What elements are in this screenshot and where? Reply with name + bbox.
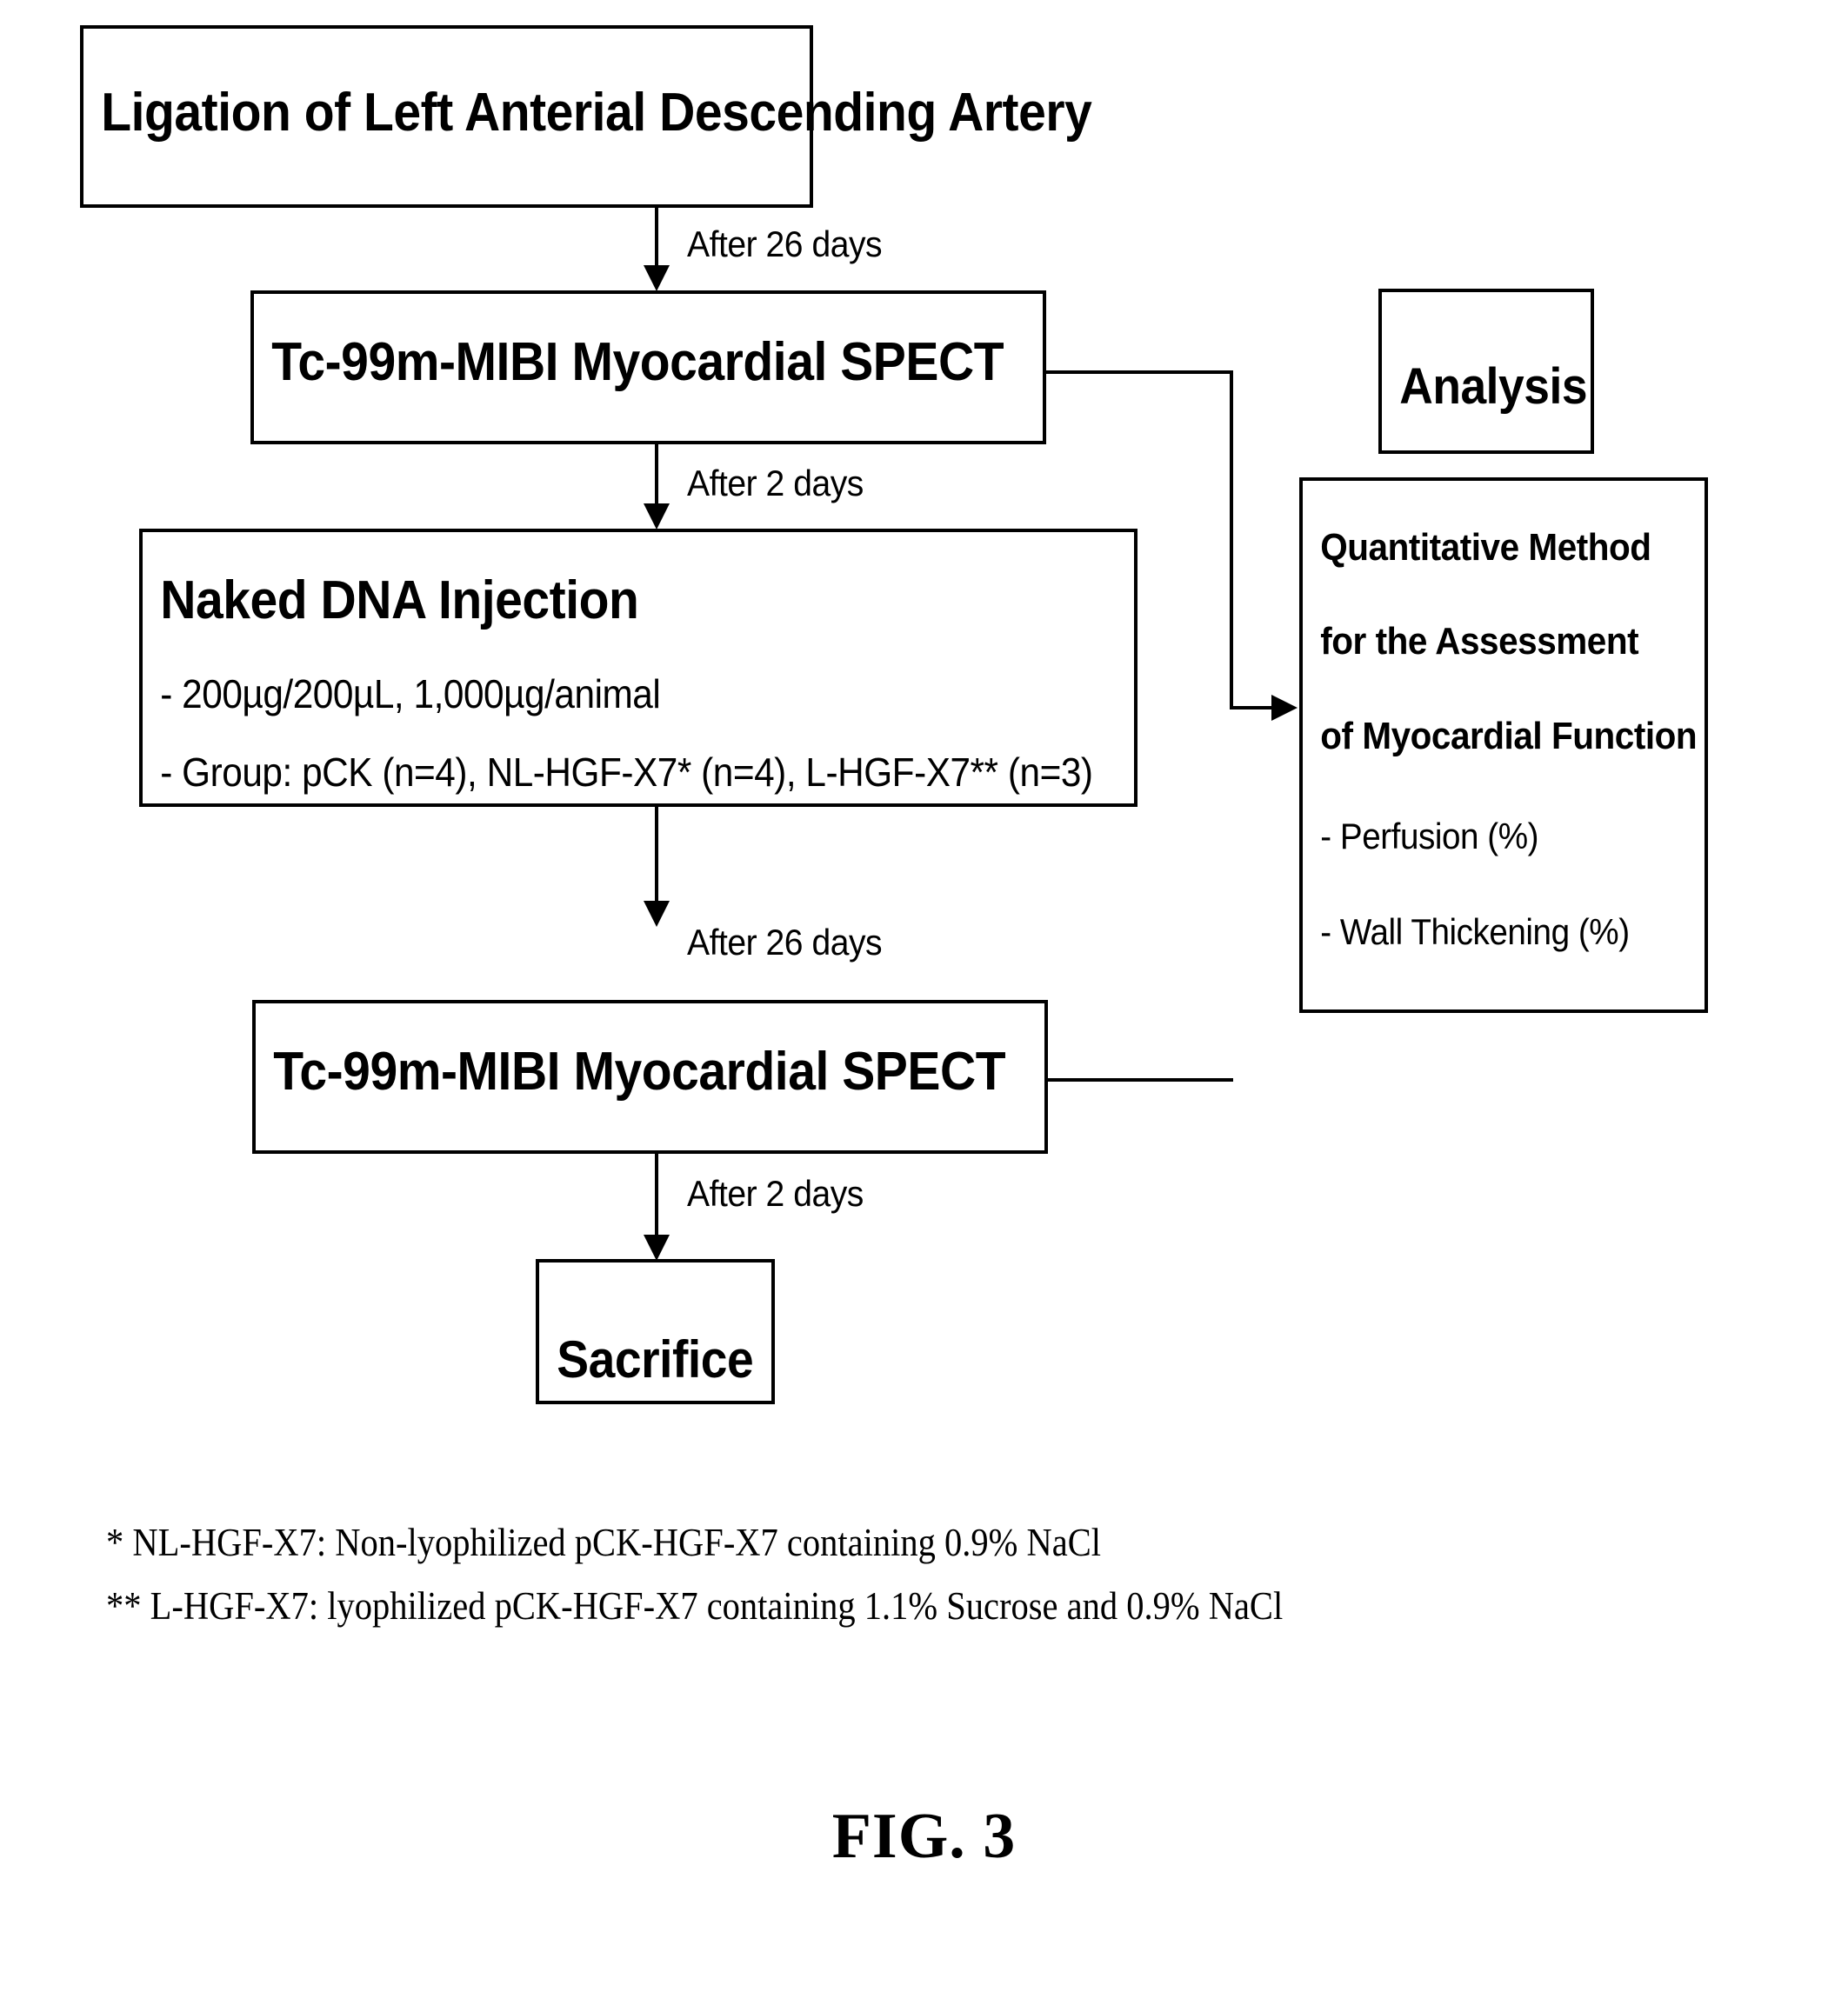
node-ligation-label: Ligation of Left Anterial Descending Art… [101,83,1092,143]
node-sacrifice-label: Sacrifice [557,1330,754,1389]
edge-label-spect2-to-sacrifice: After 2 days [687,1173,864,1214]
node-quantitative-line-3: of Myocardial Function [1320,715,1698,757]
arrowhead-into-quantitative [1271,695,1298,721]
node-sacrifice: Sacrifice [536,1259,775,1404]
connector-dna-to-spect2 [655,807,658,903]
edge-label-spect1-to-dna: After 2 days [687,463,864,503]
node-naked-dna-bullet-2: - Group: pCK (n=4), NL-HGF-X7* (n=4), L-… [160,750,1093,795]
node-naked-dna-title: Naked DNA Injection [160,570,639,630]
node-ligation: Ligation of Left Anterial Descending Art… [80,25,1092,208]
node-naked-dna: Naked DNA Injection - 200µg/200µL, 1,000… [139,529,1137,807]
connector-spect2-branch-horizontal [1046,1078,1233,1082]
arrowhead-spect1-to-dna [644,503,670,530]
arrowhead-spect2-to-sacrifice [644,1235,670,1261]
connector-spect1-branch-horizontal [1046,370,1233,374]
node-naked-dna-bullet-1: - 200µg/200µL, 1,000µg/animal [160,671,661,716]
edge-label-ligation-to-spect1: After 26 days [687,223,883,264]
arrowhead-ligation-to-spect1 [644,265,670,291]
figure-caption: FIG. 3 [831,1801,1017,1872]
connector-spect1-to-dna [655,444,658,505]
footnote-line-1: * NL-HGF-X7: Non-lyophilized pCK-HGF-X7 … [106,1521,1101,1564]
connector-branch-into-quantitative [1230,706,1275,710]
node-quantitative-method: Quantitative Method for the Assessment o… [1299,477,1708,1013]
node-quantitative-bullet-1: - Perfusion (%) [1320,816,1539,856]
node-quantitative-bullet-2: - Wall Thickening (%) [1320,911,1630,952]
node-quantitative-line-1: Quantitative Method [1320,526,1651,569]
edge-label-dna-to-spect2: After 26 days [687,922,883,963]
connector-spect2-to-sacrifice [655,1154,658,1237]
node-spect-first: Tc-99m-MIBI Myocardial SPECT [250,290,1046,444]
connector-ligation-to-spect1 [655,208,658,267]
footnote-line-2: ** L-HGF-X7: lyophilized pCK-HGF-X7 cont… [106,1584,1284,1628]
node-quantitative-line-2: for the Assessment [1320,620,1639,663]
node-spect-second-label: Tc-99m-MIBI Myocardial SPECT [273,1042,1006,1102]
node-analysis: Analysis [1378,289,1594,454]
connector-spect1-branch-vertical [1230,370,1233,710]
node-spect-second: Tc-99m-MIBI Myocardial SPECT [252,1000,1048,1154]
arrowhead-dna-to-spect2 [644,901,670,927]
node-spect-first-label: Tc-99m-MIBI Myocardial SPECT [271,332,1004,392]
node-analysis-label: Analysis [1399,358,1588,415]
figure-page: Ligation of Left Anterial Descending Art… [0,0,1848,2012]
